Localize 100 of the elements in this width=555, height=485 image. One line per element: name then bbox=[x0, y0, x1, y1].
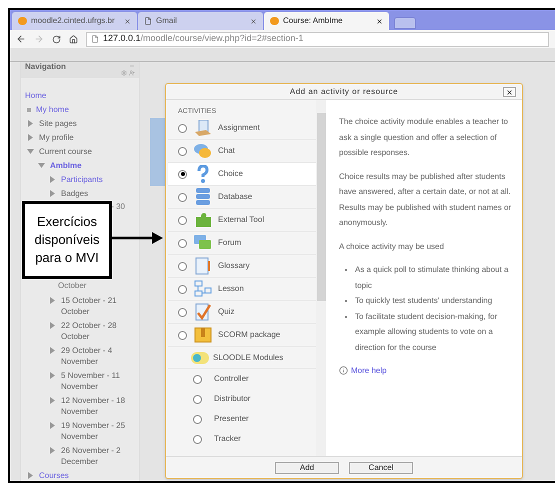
database-icon bbox=[194, 188, 210, 206]
activity-option[interactable]: Distributor bbox=[168, 389, 316, 409]
nav-item[interactable]: 29 October - 4 November bbox=[61, 344, 139, 366]
radio-button[interactable] bbox=[178, 284, 187, 294]
browser-tab[interactable]: Course: AmbIme bbox=[264, 12, 389, 30]
bullet-item: As a quick poll to stimulate thinking about a topic bbox=[355, 264, 510, 292]
collapsed-triangle-icon[interactable] bbox=[49, 296, 56, 304]
activity-option[interactable]: Presenter bbox=[168, 409, 316, 429]
radio-button[interactable] bbox=[193, 394, 202, 404]
nav-item[interactable]: 12 November - 18 November bbox=[61, 394, 139, 416]
url-text: 127.0.0.1/moodle/course/view.php?id=2#section-1 bbox=[103, 32, 304, 46]
collapsed-triangle-icon[interactable] bbox=[49, 346, 56, 354]
radio-button[interactable] bbox=[178, 124, 187, 132]
block-title: Navigation bbox=[25, 62, 66, 72]
dialog-button[interactable]: Cancel bbox=[349, 462, 413, 474]
activity-option[interactable]: Assignment bbox=[168, 117, 316, 140]
radio-button[interactable] bbox=[193, 434, 202, 444]
radio-button[interactable] bbox=[193, 414, 202, 424]
settings-icon[interactable] bbox=[121, 70, 127, 76]
description-paragraph: The choice activity module enables a teacher to ask a single question and offer a selection of possible responses. bbox=[339, 116, 509, 159]
nav-item[interactable]: AmbIme bbox=[50, 160, 139, 170]
nav-item-fragment: - 30 bbox=[111, 201, 125, 212]
collapsed-triangle-icon[interactable] bbox=[49, 396, 56, 404]
browser-tab[interactable]: Gmail bbox=[138, 12, 263, 30]
collapsed-triangle-icon[interactable] bbox=[27, 120, 34, 126]
close-icon bbox=[506, 88, 513, 96]
description-paragraph: A choice activity may be used bbox=[339, 240, 445, 253]
activity-option[interactable]: Lesson bbox=[168, 278, 316, 301]
radio-button[interactable] bbox=[178, 262, 187, 270]
toggle-icon bbox=[190, 352, 208, 364]
nav-item[interactable]: Courses bbox=[39, 470, 129, 480]
page-icon bbox=[144, 17, 152, 25]
radio-button[interactable] bbox=[178, 308, 187, 316]
collapsed-triangle-icon[interactable] bbox=[49, 322, 56, 328]
nav-item[interactable]: 19 November - 25 November bbox=[61, 420, 139, 442]
nav-item[interactable]: 15 October - 21 October bbox=[61, 294, 139, 316]
callout-text: Exercícios disponíveis para o MVI bbox=[33, 213, 101, 267]
activity-option[interactable]: Quiz bbox=[168, 301, 316, 324]
puzzle-piece-icon bbox=[194, 212, 212, 228]
radio-button[interactable] bbox=[178, 238, 187, 248]
expanded-triangle-icon[interactable] bbox=[38, 162, 45, 168]
info-icon bbox=[339, 366, 348, 376]
nav-item[interactable]: My home bbox=[36, 104, 126, 114]
group-heading: SLOODLE Modules bbox=[213, 352, 284, 364]
radio-button[interactable] bbox=[178, 170, 187, 178]
activity-option[interactable]: Database bbox=[168, 186, 316, 209]
bullet-icon bbox=[27, 108, 31, 112]
collapsed-triangle-icon[interactable] bbox=[49, 422, 56, 428]
collapsed-triangle-icon[interactable] bbox=[49, 372, 56, 378]
package-icon bbox=[194, 327, 212, 343]
page-icon bbox=[91, 35, 99, 43]
add-user-icon[interactable] bbox=[129, 70, 135, 76]
nav-item[interactable]: 5 November - 11 November bbox=[61, 370, 139, 392]
new-tab-button[interactable] bbox=[394, 17, 416, 29]
book-icon bbox=[194, 257, 210, 275]
activity-option[interactable]: SCORM package bbox=[168, 324, 316, 347]
dialog-title: Add an activity or resource bbox=[290, 86, 398, 98]
activity-option[interactable]: Controller bbox=[168, 369, 316, 389]
radio-button[interactable] bbox=[178, 330, 187, 340]
speech-bubbles-icon bbox=[194, 235, 212, 251]
nav-item[interactable]: My profile bbox=[39, 132, 129, 142]
close-icon[interactable] bbox=[376, 18, 383, 24]
back-icon[interactable] bbox=[16, 34, 26, 44]
bullet-item: To quickly test students' understanding bbox=[355, 295, 492, 307]
activity-option[interactable]: External Tool bbox=[168, 209, 316, 232]
activity-option[interactable]: Forum bbox=[168, 232, 316, 255]
description-paragraph: Choice results may be published after students have answered, after a certain date, or not at all. Results may be published with student names or anonymously. bbox=[339, 170, 512, 229]
bullet-item: To facilitate student decision-making, for example allowing students to vote on a direction for the course bbox=[355, 310, 498, 354]
nav-item[interactable]: 22 October - 28 October bbox=[61, 320, 139, 342]
activity-option[interactable]: Glossary bbox=[168, 255, 316, 278]
collapsed-triangle-icon[interactable] bbox=[49, 190, 56, 196]
nav-item[interactable]: Badges bbox=[61, 188, 139, 198]
checkmark-page-icon bbox=[194, 303, 210, 321]
nav-item[interactable]: Participants bbox=[61, 174, 139, 184]
more-help-link[interactable]: More help bbox=[351, 363, 387, 378]
collapsed-triangle-icon[interactable] bbox=[27, 134, 34, 140]
home-icon[interactable] bbox=[69, 34, 78, 44]
close-button[interactable] bbox=[503, 87, 516, 97]
radio-button[interactable] bbox=[193, 374, 202, 384]
nav-item[interactable]: 26 November - 2 December bbox=[61, 444, 139, 466]
nav-item[interactable]: Home bbox=[25, 91, 46, 100]
collapsed-triangle-icon[interactable] bbox=[49, 176, 56, 182]
radio-button[interactable] bbox=[178, 192, 187, 202]
flowchart-icon bbox=[194, 280, 212, 298]
activity-option[interactable]: Tracker bbox=[168, 429, 316, 449]
nav-item-fragment: October bbox=[58, 281, 86, 290]
dialog-button[interactable]: Add bbox=[275, 462, 339, 474]
browser-tab[interactable]: moodle2.cinted.ufrgs.br bbox=[12, 12, 137, 30]
activity-option[interactable]: Choice bbox=[168, 163, 316, 186]
expanded-triangle-icon[interactable] bbox=[27, 148, 34, 154]
nav-item[interactable]: Current course bbox=[39, 146, 129, 156]
collapsed-triangle-icon[interactable] bbox=[49, 446, 56, 454]
nav-item[interactable]: Site pages bbox=[39, 118, 129, 128]
address-bar[interactable]: 127.0.0.1/moodle/course/view.php?id=2#section-1 bbox=[86, 32, 549, 46]
radio-button[interactable] bbox=[178, 146, 187, 156]
scrollbar[interactable] bbox=[316, 100, 326, 456]
speech-bubbles-icon bbox=[194, 143, 212, 159]
collapsed-triangle-icon[interactable] bbox=[27, 472, 34, 478]
radio-button[interactable] bbox=[178, 216, 187, 224]
reload-icon[interactable] bbox=[52, 34, 61, 44]
